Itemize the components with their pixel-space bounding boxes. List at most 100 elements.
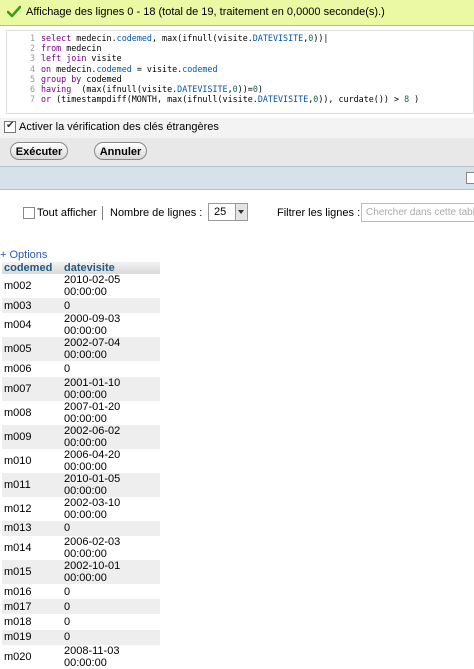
cell-codemed: m017 — [2, 599, 62, 615]
cell-codemed: m015 — [2, 559, 62, 584]
column-header-datevisite[interactable]: datevisite — [62, 262, 160, 274]
table-row[interactable]: m004 2000-09-03 00:00:00 — [2, 313, 160, 338]
sql-editor[interactable]: 1 2 3 4 5 6 7 select medecin.codemed, ma… — [6, 30, 474, 114]
show-all-checkbox[interactable] — [23, 207, 35, 219]
cell-datevisite: 0 — [62, 520, 160, 536]
cell-codemed: m006 — [2, 361, 62, 377]
table-row[interactable]: m011 2010-01-05 00:00:00 — [2, 472, 160, 497]
table-row[interactable]: m002 2010-02-05 00:00:00 — [2, 274, 160, 298]
cell-datevisite: 0 — [62, 583, 160, 600]
cell-codemed: m005 — [2, 337, 62, 362]
cell-codemed: m003 — [2, 298, 62, 314]
cell-datevisite: 2010-02-05 00:00:00 — [62, 274, 160, 298]
success-message-bar: Affichage des lignes 0 - 18 (total de 19… — [0, 0, 474, 26]
cell-codemed: m019 — [2, 629, 62, 646]
table-row[interactable]: m003 0 — [2, 298, 160, 314]
line-number: 7 — [29, 94, 35, 105]
foreign-key-label[interactable]: Activer la vérification des clés étrangè… — [19, 121, 219, 133]
cell-codemed: m007 — [2, 376, 62, 401]
divider — [102, 206, 103, 220]
line-number: 4 — [29, 63, 35, 74]
filter-label: Filtrer les lignes : — [277, 207, 361, 219]
rows-count-label: Nombre de lignes : — [110, 207, 203, 219]
sql-line: group by codemed — [41, 73, 122, 84]
cell-datevisite: 2002-10-01 00:00:00 — [62, 559, 160, 584]
table-row[interactable]: m007 2001-01-10 00:00:00 — [2, 376, 160, 401]
column-header-codemed[interactable]: codemed — [2, 262, 62, 274]
sql-line: select medecin.codemed, max(ifnull(visit… — [41, 33, 329, 43]
cell-datevisite: 2008-11-03 00:00:00 — [62, 645, 160, 669]
cell-datevisite: 0 — [62, 614, 160, 630]
filter-input[interactable]: Chercher dans cette tabl — [361, 203, 474, 222]
table-row[interactable]: m020 2008-11-03 00:00:00 — [2, 645, 160, 669]
execute-button[interactable]: Exécuter — [10, 142, 68, 160]
table-row[interactable]: m015 2002-10-01 00:00:00 — [2, 559, 160, 584]
table-row[interactable]: m018 0 — [2, 614, 160, 630]
cell-codemed: m013 — [2, 520, 62, 536]
table-row[interactable]: m009 2002-06-02 00:00:00 — [2, 424, 160, 449]
cell-datevisite: 2007-01-20 00:00:00 — [62, 400, 160, 425]
cell-datevisite: 2001-01-10 00:00:00 — [62, 376, 160, 401]
cell-codemed: m012 — [2, 496, 62, 521]
table-row[interactable]: m008 2007-01-20 00:00:00 — [2, 400, 160, 425]
table-row[interactable]: m006 0 — [2, 361, 160, 377]
line-number: 3 — [29, 53, 35, 64]
cell-datevisite: 2006-02-03 00:00:00 — [62, 535, 160, 560]
table-row[interactable]: m014 2006-02-03 00:00:00 — [2, 535, 160, 560]
sql-line: having (max(ifnull(visite.DATEVISITE,0))… — [41, 83, 263, 94]
cell-codemed: m009 — [2, 424, 62, 449]
cell-codemed: m002 — [2, 274, 62, 298]
cell-datevisite: 2002-06-02 00:00:00 — [62, 424, 160, 449]
chevron-down-icon[interactable] — [235, 204, 247, 220]
cell-codemed: m011 — [2, 472, 62, 497]
options-checkbox[interactable] — [466, 172, 474, 184]
show-all-label[interactable]: Tout afficher — [37, 207, 97, 219]
foreign-key-check-row: Activer la vérification des clés étrangè… — [0, 118, 474, 138]
table-row[interactable]: m005 2002-07-04 00:00:00 — [2, 337, 160, 362]
separator-bar — [0, 166, 474, 190]
table-row[interactable]: m019 0 — [2, 629, 160, 646]
cell-datevisite: 2000-09-03 00:00:00 — [62, 313, 160, 338]
sql-code[interactable]: select medecin.codemed, max(ifnull(visit… — [41, 33, 419, 104]
navigation-controls: Tout afficher Nombre de lignes : 25 Filt… — [0, 200, 474, 224]
table-row[interactable]: m016 0 — [2, 583, 160, 600]
sql-line: or (timestampdiff(MONTH, max(ifnull(visi… — [41, 94, 420, 105]
cell-datevisite: 0 — [62, 629, 160, 646]
line-number: 1 — [29, 33, 35, 43]
cell-codemed: m004 — [2, 313, 62, 338]
cell-codemed: m010 — [2, 448, 62, 473]
cell-datevisite: 2010-01-05 00:00:00 — [62, 472, 160, 497]
table-row[interactable]: m013 0 — [2, 520, 160, 536]
cell-datevisite: 0 — [62, 361, 160, 377]
rows-count-select[interactable]: 25 — [208, 203, 248, 221]
cell-datevisite: 2002-07-04 00:00:00 — [62, 337, 160, 362]
cancel-button[interactable]: Annuler — [94, 142, 147, 160]
cell-datevisite: 2002-03-10 00:00:00 — [62, 496, 160, 521]
table-row[interactable]: m012 2002-03-10 00:00:00 — [2, 496, 160, 521]
options-link[interactable]: + Options — [0, 249, 47, 261]
table-row[interactable]: m017 0 — [2, 599, 160, 615]
cell-datevisite: 0 — [62, 599, 160, 615]
status-message: Affichage des lignes 0 - 18 (total de 19… — [26, 6, 385, 18]
cell-codemed: m014 — [2, 535, 62, 560]
line-number: 2 — [29, 43, 35, 54]
cell-codemed: m020 — [2, 645, 62, 669]
cell-codemed: m018 — [2, 614, 62, 630]
sql-line: left join visite — [41, 53, 122, 64]
line-number: 5 — [29, 73, 35, 84]
line-numbers: 1 2 3 4 5 6 7 — [7, 33, 35, 104]
sql-line: on medecin.codemed = visite.codemed — [41, 63, 218, 74]
foreign-key-checkbox[interactable] — [4, 120, 16, 133]
cell-codemed: m008 — [2, 400, 62, 425]
cell-datevisite: 0 — [62, 298, 160, 314]
cell-codemed: m016 — [2, 583, 62, 600]
checkmark-icon — [7, 5, 21, 18]
button-bar: Exécuter Annuler — [0, 138, 474, 166]
rows-count-value: 25 — [214, 206, 227, 218]
cell-datevisite: 2006-04-20 00:00:00 — [62, 448, 160, 473]
table-row[interactable]: m010 2006-04-20 00:00:00 — [2, 448, 160, 473]
sql-line: from medecin — [41, 43, 102, 54]
table-header-row: codemed datevisite — [2, 262, 160, 274]
results-table: codemed datevisite m002 2010-02-05 00:00:… — [2, 262, 160, 669]
line-number: 6 — [29, 83, 35, 94]
